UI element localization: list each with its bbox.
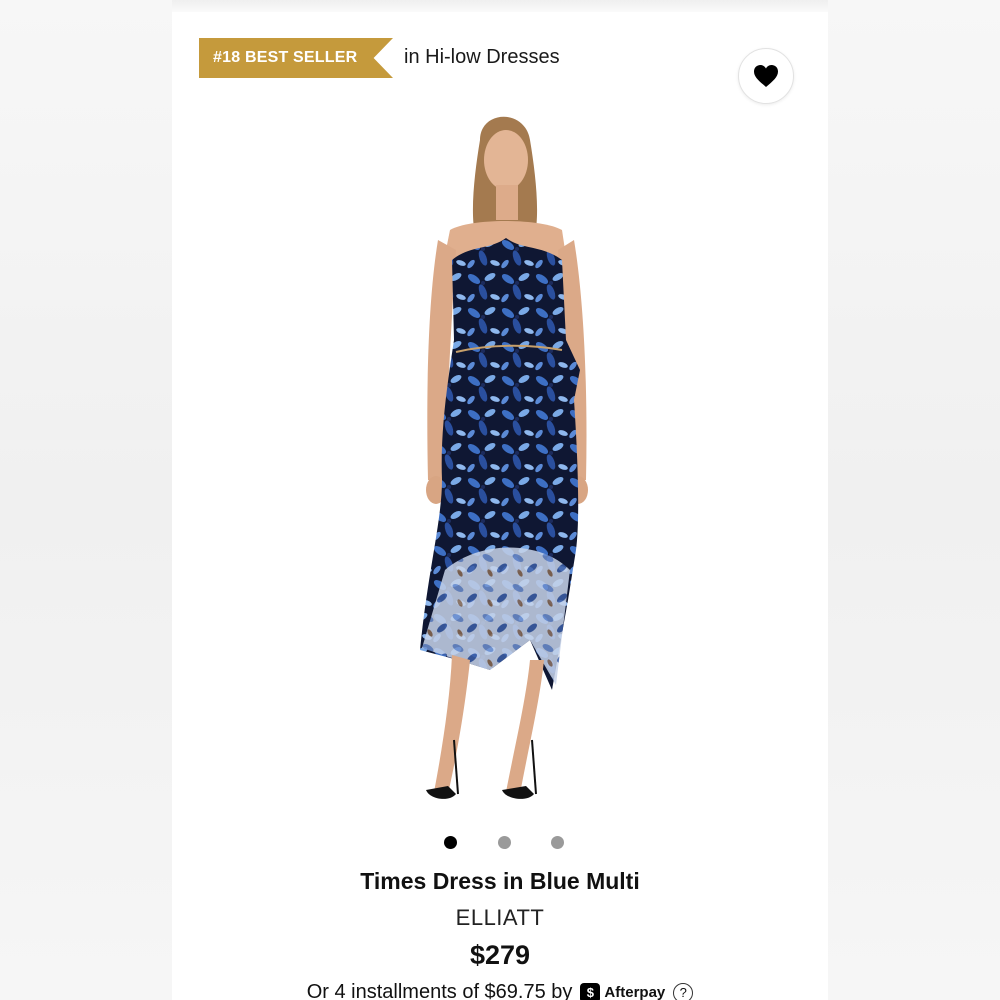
carousel-dot-3[interactable] [551,836,564,849]
background-right [828,0,1000,1000]
favorite-button[interactable] [738,48,794,104]
afterpay-logo[interactable]: $ Afterpay [580,982,666,1000]
image-carousel-dots [444,836,564,850]
afterpay-label: Afterpay [604,984,666,1000]
best-seller-badge: #18 BEST SELLER [199,38,393,78]
product-image[interactable] [330,100,670,820]
product-brand[interactable]: ELLIATT [172,905,828,931]
heart-icon [754,65,778,87]
carousel-dot-2[interactable] [497,836,511,849]
product-price: $279 [469,940,531,970]
product-title: Times Dress in Blue Multi [360,868,640,894]
carousel-dot-1[interactable] [444,836,457,849]
afterpay-mark-icon: $ [580,982,601,1000]
header-divider [172,0,828,12]
best-seller-label: #18 BEST SELLER [213,49,358,66]
installments-text: Or 4 installments of $69.75 by [306,981,573,1000]
installments-row: Or 4 installments of $69.75 by $ Afterpa… [172,981,828,1000]
background-left [0,0,172,1000]
help-icon[interactable]: ? [673,982,694,1000]
best-seller-category[interactable]: in Hi-low Dresses [404,46,560,69]
